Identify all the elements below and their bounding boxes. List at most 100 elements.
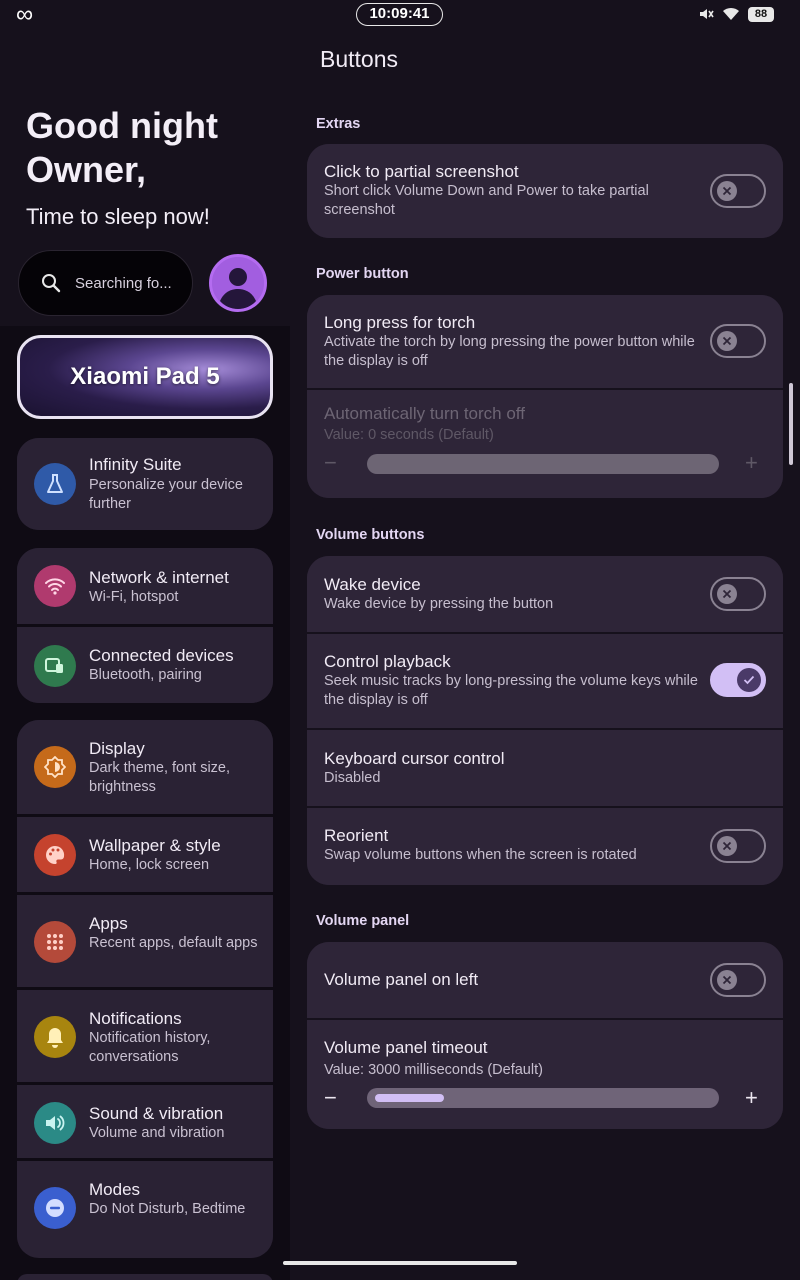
home-indicator[interactable] bbox=[283, 1261, 517, 1265]
partial-screenshot-toggle[interactable] bbox=[710, 174, 766, 208]
user-icon bbox=[212, 257, 264, 309]
setting-subtitle: Activate the torch by long pressing the … bbox=[324, 334, 695, 369]
greeting-line-1: Good night bbox=[26, 105, 218, 146]
sidebar-item-title: Wallpaper & style bbox=[89, 836, 221, 855]
setting-title: Long press for torch bbox=[324, 313, 476, 332]
check-icon bbox=[737, 668, 761, 692]
close-icon bbox=[717, 181, 737, 201]
apps-grid-icon bbox=[34, 921, 76, 963]
setting-torch-off: Automatically turn torch off Value: 0 se… bbox=[307, 390, 783, 498]
nav-group-infinity: Infinity Suite Personalize your device f… bbox=[17, 438, 273, 530]
devices-icon bbox=[34, 645, 76, 687]
setting-subtitle: Swap volume buttons when the screen is r… bbox=[324, 847, 637, 863]
control-playback-toggle[interactable] bbox=[710, 663, 766, 697]
sidebar-item-modes[interactable]: Modes Do Not Disturb, Bedtime bbox=[17, 1158, 273, 1252]
speaker-icon bbox=[34, 1102, 76, 1144]
nav-group-next bbox=[17, 1274, 273, 1280]
nav-group-connectivity: Network & internet Wi-Fi, hotspot Connec… bbox=[17, 548, 273, 703]
page-title: Buttons bbox=[320, 46, 398, 72]
setting-title: Automatically turn torch off bbox=[324, 404, 525, 423]
setting-subtitle: Short click Volume Down and Power to tak… bbox=[324, 183, 649, 218]
search-bar[interactable]: Searching fo... bbox=[18, 250, 193, 316]
card-power: Long press for torch Activate the torch … bbox=[307, 295, 783, 498]
card-extras: Click to partial screenshot Short click … bbox=[307, 144, 783, 238]
slider-minus-button[interactable]: − bbox=[324, 1087, 337, 1109]
wake-device-toggle[interactable] bbox=[710, 577, 766, 611]
setting-subtitle: Seek music tracks by long-pressing the v… bbox=[324, 673, 698, 708]
setting-title: Control playback bbox=[324, 652, 451, 671]
sidebar-item-title: Network & internet bbox=[89, 568, 229, 587]
sidebar-item-title: Notifications bbox=[89, 1009, 182, 1028]
setting-title: Click to partial screenshot bbox=[324, 162, 519, 181]
status-icons: 88 bbox=[698, 6, 774, 22]
sidebar-item-sound[interactable]: Sound & vibration Volume and vibration bbox=[17, 1082, 273, 1158]
mute-icon bbox=[700, 9, 714, 19]
greeting-line-3: Time to sleep now! bbox=[26, 204, 210, 229]
torch-toggle[interactable] bbox=[710, 324, 766, 358]
setting-panel-left[interactable]: Volume panel on left bbox=[307, 942, 783, 1018]
brightness-icon bbox=[34, 746, 76, 788]
wifi-icon bbox=[34, 565, 76, 607]
panel-timeout-slider[interactable] bbox=[367, 1088, 719, 1108]
slider-fill bbox=[375, 1094, 444, 1102]
close-icon bbox=[717, 331, 737, 351]
sidebar-item-subtitle: Dark theme, font size, brightness bbox=[89, 760, 231, 795]
section-header-extras: Extras bbox=[316, 116, 361, 132]
slider-plus-button: + bbox=[745, 450, 758, 475]
close-icon bbox=[717, 970, 737, 990]
panel-left-toggle[interactable] bbox=[710, 963, 766, 997]
device-card[interactable]: Xiaomi Pad 5 bbox=[17, 335, 273, 419]
sidebar-item-title: Connected devices bbox=[89, 646, 234, 665]
sidebar-item-wallpaper[interactable]: Wallpaper & style Home, lock screen bbox=[17, 814, 273, 892]
slider-plus-button[interactable]: + bbox=[745, 1087, 758, 1109]
close-icon bbox=[717, 584, 737, 604]
setting-reorient[interactable]: Reorient Swap volume buttons when the sc… bbox=[307, 808, 783, 885]
setting-title: Volume panel on left bbox=[324, 970, 479, 989]
wifi-icon bbox=[723, 7, 739, 20]
sidebar-item-subtitle: Bluetooth, pairing bbox=[89, 667, 202, 683]
setting-keyboard-cursor[interactable]: Keyboard cursor control Disabled bbox=[307, 730, 783, 806]
search-icon bbox=[42, 274, 61, 293]
torch-off-slider bbox=[367, 454, 719, 474]
sidebar-item-subtitle: Home, lock screen bbox=[89, 857, 210, 873]
sidebar-item-connected-devices[interactable]: Connected devices Bluetooth, pairing bbox=[17, 624, 273, 703]
section-header-power: Power button bbox=[316, 266, 409, 282]
flask-icon bbox=[34, 463, 76, 505]
close-icon bbox=[717, 836, 737, 856]
sidebar-item-subtitle: Personalize your device further bbox=[89, 477, 243, 512]
slider-minus-button: − bbox=[324, 450, 337, 475]
scrollbar[interactable] bbox=[789, 383, 793, 465]
setting-subtitle: Disabled bbox=[324, 770, 381, 786]
setting-title: Wake device bbox=[324, 575, 421, 594]
setting-wake-device[interactable]: Wake device Wake device by pressing the … bbox=[307, 556, 783, 632]
setting-partial-screenshot[interactable]: Click to partial screenshot Short click … bbox=[307, 144, 783, 238]
setting-panel-timeout[interactable]: Volume panel timeout Value: 3000 millise… bbox=[307, 1020, 783, 1129]
sidebar-item-display[interactable]: Display Dark theme, font size, brightnes… bbox=[17, 720, 273, 814]
section-header-panel: Volume panel bbox=[316, 913, 410, 929]
setting-title: Keyboard cursor control bbox=[324, 749, 505, 768]
setting-title: Volume panel timeout bbox=[324, 1038, 488, 1057]
palette-icon bbox=[34, 834, 76, 876]
setting-subtitle: Value: 0 seconds (Default) bbox=[324, 427, 494, 443]
card-panel: Volume panel on left Volume panel timeou… bbox=[307, 942, 783, 1129]
search-placeholder: Searching fo... bbox=[75, 274, 172, 292]
status-clock: 10:09:41 bbox=[356, 3, 443, 26]
setting-torch[interactable]: Long press for torch Activate the torch … bbox=[307, 295, 783, 388]
sidebar-item-title: Display bbox=[89, 739, 145, 758]
setting-control-playback[interactable]: Control playback Seek music tracks by lo… bbox=[307, 634, 783, 728]
minus-circle-icon bbox=[34, 1187, 76, 1229]
greeting-line-2: Owner, bbox=[26, 149, 147, 190]
sidebar-item-infinity-suite[interactable]: Infinity Suite Personalize your device f… bbox=[17, 438, 273, 530]
setting-subtitle: Value: 3000 milliseconds (Default) bbox=[324, 1062, 543, 1078]
section-header-volume: Volume buttons bbox=[316, 527, 425, 543]
avatar[interactable] bbox=[209, 254, 267, 312]
sidebar-item-subtitle: Notification history, conversations bbox=[89, 1030, 211, 1065]
sidebar-item-network[interactable]: Network & internet Wi-Fi, hotspot bbox=[17, 548, 273, 624]
sidebar-item-subtitle: Recent apps, default apps bbox=[89, 935, 258, 951]
reorient-toggle[interactable] bbox=[710, 829, 766, 863]
sidebar-item-subtitle: Volume and vibration bbox=[89, 1125, 225, 1141]
device-name: Xiaomi Pad 5 bbox=[70, 363, 220, 390]
sidebar-item-apps[interactable]: Apps Recent apps, default apps bbox=[17, 892, 273, 987]
sidebar-item-title: Apps bbox=[89, 914, 128, 933]
sidebar-item-notifications[interactable]: Notifications Notification history, conv… bbox=[17, 987, 273, 1082]
